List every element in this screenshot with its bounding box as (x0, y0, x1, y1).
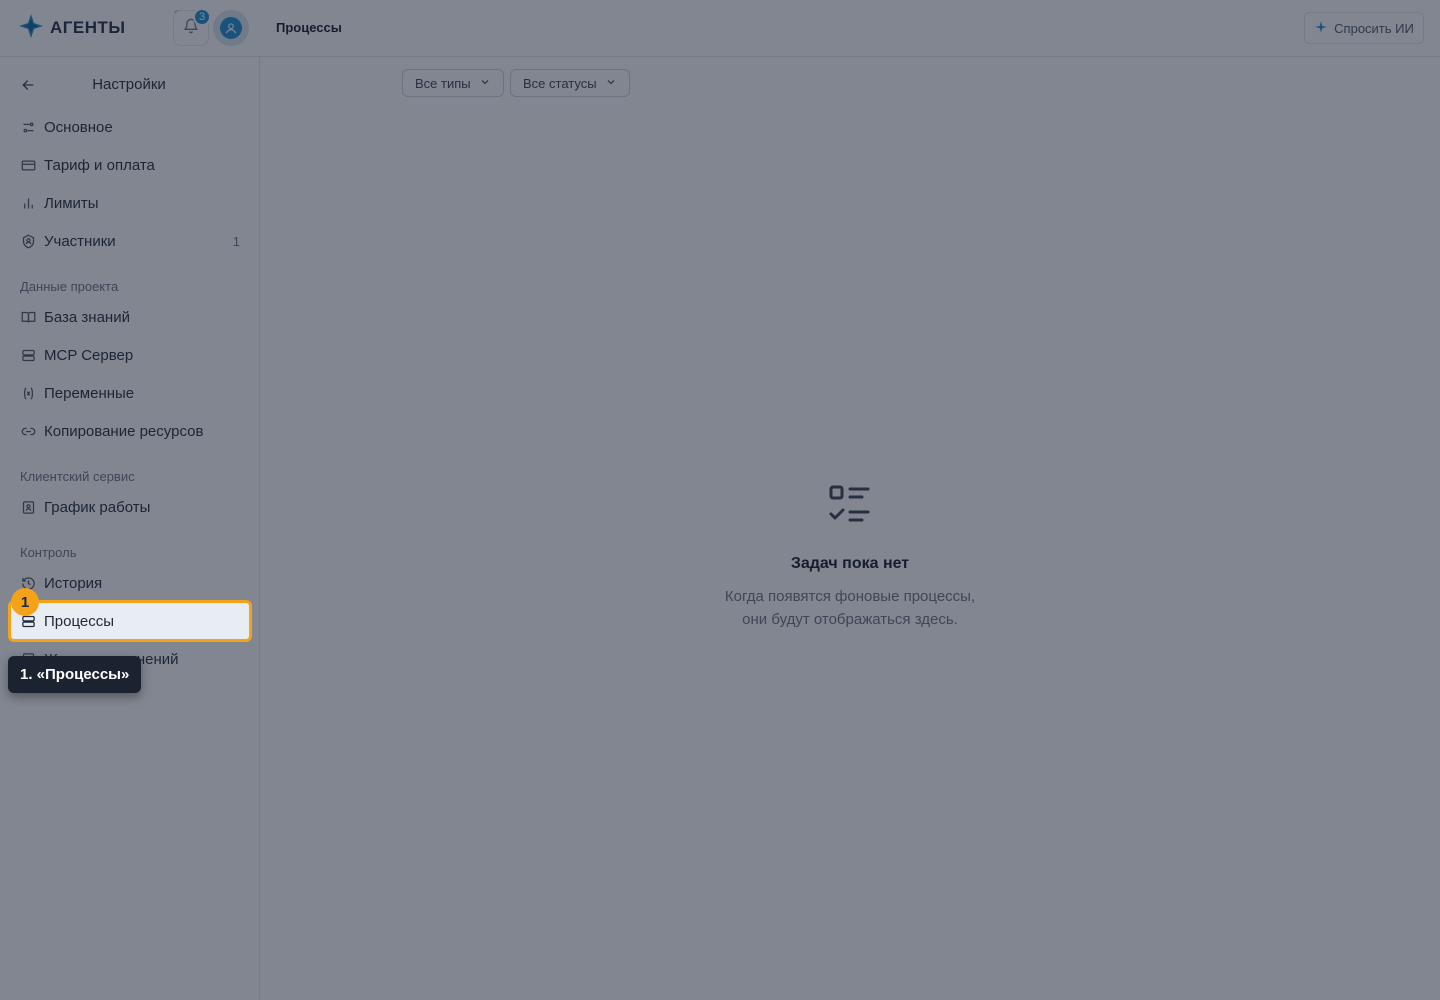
section-header-project: Данные проекта (20, 279, 119, 294)
sidebar-item-mcp-server[interactable]: MCP Сервер (8, 338, 252, 372)
logo-icon (18, 13, 44, 44)
variable-icon (20, 385, 36, 401)
sidebar-item-label: MCP Сервер (44, 346, 134, 364)
sidebar-item-billing[interactable]: Тариф и оплата (8, 148, 252, 182)
chevron-down-icon (605, 76, 617, 91)
empty-state-title: Задач пока нет (790, 555, 910, 572)
status-filter-dropdown[interactable]: Все статусы (510, 69, 630, 97)
sidebar-title: Настройки (92, 76, 166, 93)
status-filter-label: Все статусы (523, 75, 597, 91)
empty-state-description: Когда появятся фоновые процессы, они буд… (260, 585, 1440, 631)
page-title: Процессы (276, 20, 342, 35)
sidebar-item-label: История (44, 574, 103, 592)
highlighted-processes-item[interactable]: Процессы (8, 600, 252, 642)
calendar-icon (20, 499, 36, 515)
app-root: АГЕНТЫ ⟳ 3 Процессы Спросить ИИ (0, 0, 1440, 1000)
bar-chart-icon (20, 195, 36, 211)
app-logo[interactable]: АГЕНТЫ (18, 13, 126, 44)
user-avatar[interactable] (213, 10, 249, 46)
task-list-icon (828, 484, 872, 529)
book-open-icon (20, 309, 36, 325)
ask-ai-label: Спросить ИИ (1334, 20, 1414, 36)
empty-state-line-2: они будут отображаться здесь. (742, 611, 958, 628)
empty-state-line-1: Когда появятся фоновые процессы, (724, 588, 976, 605)
main-content: Все типы Все статусы Задач пока нет Когд… (260, 57, 1440, 1000)
sidebar-header: Настройки (0, 69, 260, 101)
notifications-badge: 3 (193, 8, 211, 26)
sidebar-item-label: Тариф и оплата (44, 156, 155, 174)
sidebar-item-label: График работы (44, 498, 151, 516)
top-bar: АГЕНТЫ ⟳ 3 Процессы Спросить ИИ (0, 0, 1440, 57)
ask-ai-button[interactable]: Спросить ИИ (1304, 12, 1424, 44)
walkthrough-tooltip: 1. «Процессы» (8, 656, 142, 693)
sidebar-item-label: Копирование ресурсов (44, 422, 204, 440)
sidebar-item-knowledge-base[interactable]: База знаний (8, 300, 252, 334)
link-icon (20, 423, 36, 439)
sidebar-item-variables[interactable]: Переменные (8, 376, 252, 410)
sidebar-item-schedule[interactable]: График работы (8, 490, 252, 524)
credit-card-icon (20, 157, 36, 173)
type-filter-label: Все типы (415, 75, 471, 91)
chevron-down-icon (479, 76, 491, 91)
highlighted-item-label: Процессы (44, 612, 115, 630)
sidebar-item-label: Основное (44, 118, 113, 136)
settings-sidebar: Настройки Основное Тариф и оплата Лимиты (0, 57, 260, 1000)
step-number-badge: 1 (11, 588, 39, 616)
server-icon (20, 347, 36, 363)
sidebar-item-label: Лимиты (44, 194, 99, 212)
section-header-client: Клиентский сервис (20, 469, 135, 484)
app-name: АГЕНТЫ (50, 18, 126, 37)
sidebar-item-label: База знаний (44, 308, 130, 326)
sidebar-item-members[interactable]: Участники 1 (8, 224, 252, 258)
sidebar-item-label: Переменные (44, 384, 135, 402)
members-count: 1 (232, 233, 240, 249)
sidebar-item-resource-copy[interactable]: Копирование ресурсов (8, 414, 252, 448)
sparkle-icon (1314, 20, 1328, 37)
sidebar-item-history[interactable]: История (8, 566, 252, 600)
shield-user-icon (20, 233, 36, 249)
user-icon (220, 17, 242, 39)
sidebar-item-general[interactable]: Основное (8, 110, 252, 144)
type-filter-dropdown[interactable]: Все типы (402, 69, 504, 97)
section-header-control: Контроль (20, 545, 77, 560)
sidebar-item-limits[interactable]: Лимиты (8, 186, 252, 220)
sidebar-item-label: Участники (44, 232, 116, 250)
sliders-icon (20, 119, 36, 135)
